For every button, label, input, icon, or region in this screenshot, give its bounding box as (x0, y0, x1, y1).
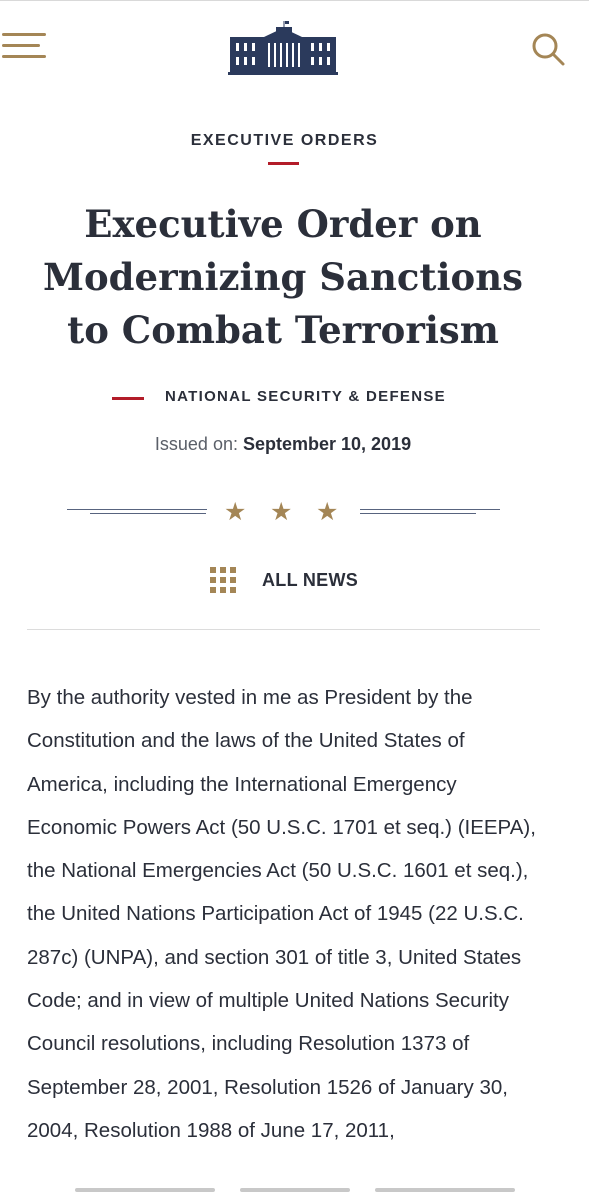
issued-label: Issued on: (154, 434, 238, 454)
star-icon: ★ (224, 497, 247, 526)
all-news-label: ALL NEWS (262, 570, 359, 590)
content-divider (27, 629, 540, 630)
page-title: Executive Order on Modernizing Sanctions… (43, 202, 523, 352)
issued-date-line: Issued on: September 10, 2019 (0, 434, 566, 455)
category-rule (112, 397, 144, 400)
section-kicker-link[interactable]: EXECUTIVE ORDERS (0, 132, 569, 150)
category-row: NATIONAL SECURITY & DEFENSE (0, 388, 589, 410)
search-icon[interactable] (530, 31, 566, 67)
top-navigation-bar (0, 0, 589, 101)
category-link[interactable]: NATIONAL SECURITY & DEFENSE (165, 388, 446, 405)
grid-icon (208, 567, 238, 597)
hamburger-menu-icon[interactable] (2, 31, 46, 63)
white-house-logo[interactable] (228, 19, 338, 75)
issued-date: September 10, 2019 (242, 434, 412, 454)
article-body: By the authority vested in me as Preside… (27, 686, 536, 1142)
kicker-underline (268, 162, 299, 165)
star-icon: ★ (270, 497, 293, 526)
bottom-scroll-indicator (0, 1180, 589, 1200)
star-icon: ★ (316, 497, 339, 526)
all-news-link[interactable]: ALL NEWS (208, 565, 378, 597)
three-stars-divider: ★ ★ ★ (60, 497, 510, 527)
